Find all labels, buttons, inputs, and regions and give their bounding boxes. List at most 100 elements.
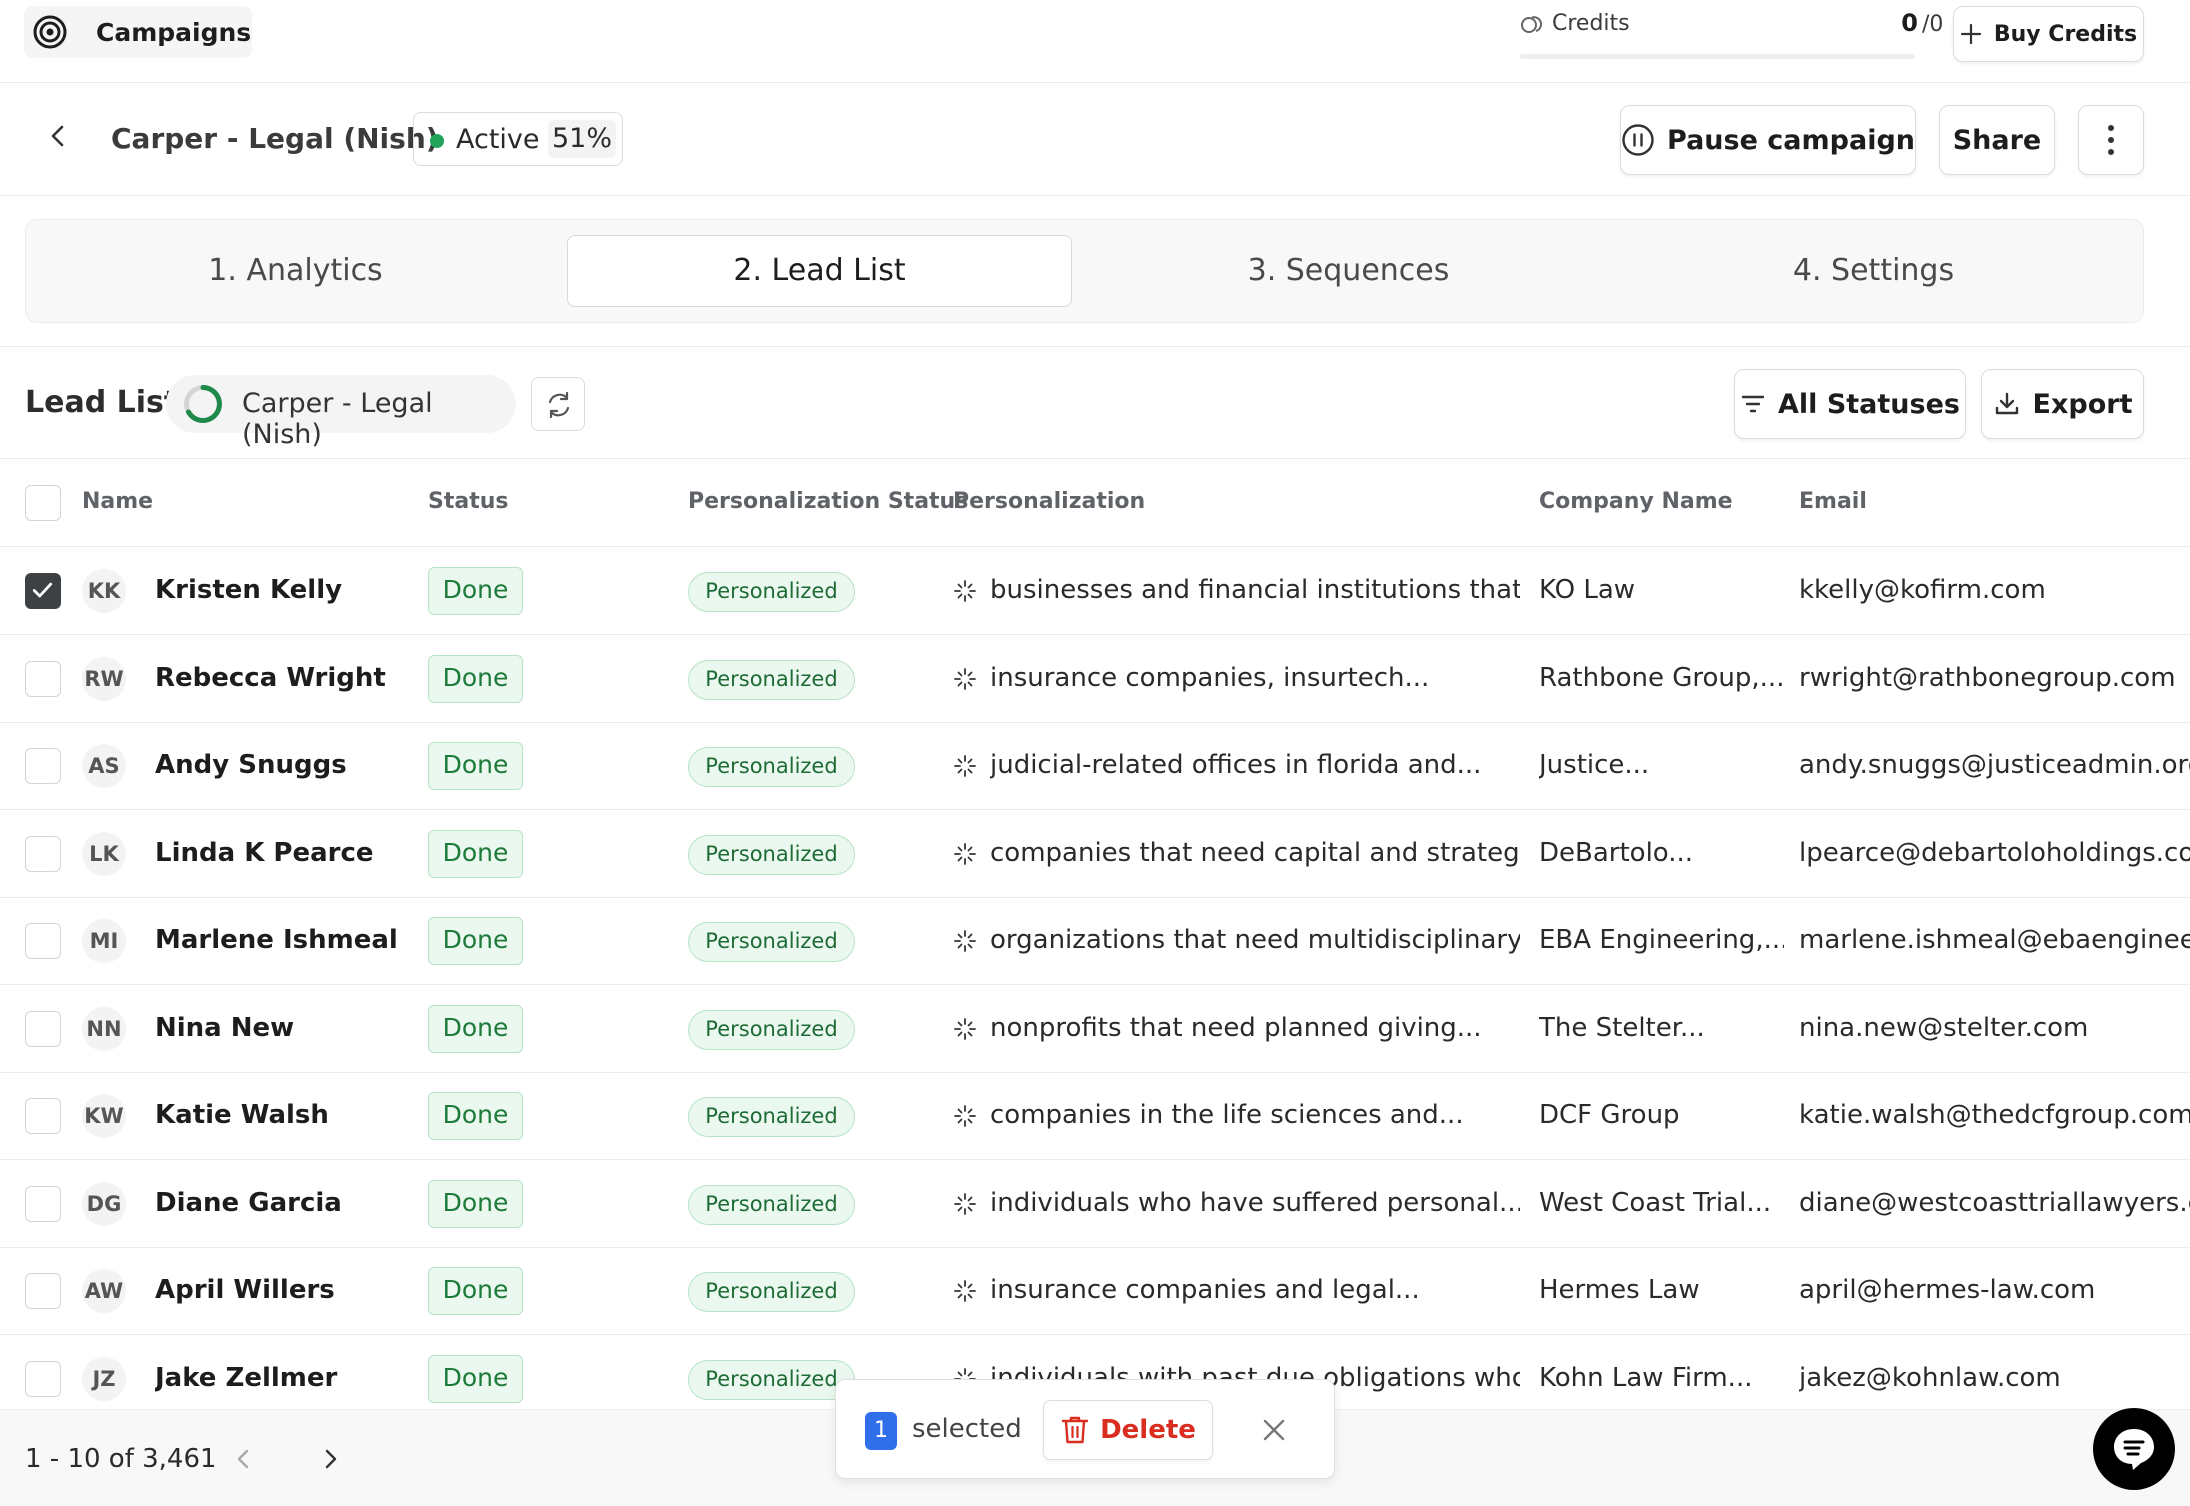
- table-row[interactable]: RW Rebecca Wright Done Personalized insuranc…: [0, 635, 2190, 723]
- tab-sequences[interactable]: 3. Sequences: [1096, 235, 1601, 307]
- personalization-status-badge: Personalized: [688, 747, 855, 787]
- row-checkbox[interactable]: [25, 1360, 61, 1397]
- avatar: KW: [82, 1094, 126, 1138]
- chat-support-button[interactable]: [2093, 1408, 2175, 1490]
- company-name: Rathbone Group,...: [1539, 662, 1784, 693]
- tab-settings[interactable]: 4. Settings: [1621, 235, 2126, 307]
- personalization-text[interactable]: individuals who have suffered personal..…: [990, 1188, 1520, 1218]
- email-address: diane@westcoasttriallawyers.co: [1799, 1187, 2190, 1218]
- share-label: Share: [1952, 124, 2042, 156]
- lead-name[interactable]: Andy Snuggs: [155, 750, 415, 780]
- lead-name[interactable]: Jake Zellmer: [155, 1363, 415, 1393]
- lead-name[interactable]: Diane Garcia: [155, 1188, 415, 1218]
- share-button[interactable]: Share: [1939, 105, 2055, 175]
- tab-lead-list[interactable]: 2. Lead List: [567, 235, 1072, 307]
- lead-name[interactable]: Katie Walsh: [155, 1100, 415, 1130]
- selection-toolbar: 1 selected Delete: [835, 1379, 1335, 1479]
- column-header-email[interactable]: Email: [1799, 489, 1867, 514]
- more-options-button[interactable]: [2078, 105, 2144, 175]
- personalization-text[interactable]: judicial-related offices in florida and.…: [990, 750, 1520, 780]
- email-address: jakez@kohnlaw.com: [1799, 1362, 2061, 1393]
- trash-icon: [1061, 1416, 1089, 1444]
- lead-name[interactable]: Linda K Pearce: [155, 838, 415, 868]
- status-badge: Done: [428, 654, 523, 703]
- lead-name[interactable]: Marlene Ishmeal: [155, 925, 415, 955]
- email-address: lpearce@debartoloholdings.com: [1799, 837, 2190, 868]
- column-header-status[interactable]: Status: [428, 489, 508, 514]
- personalization-text[interactable]: nonprofits that need planned giving...: [990, 1013, 1520, 1043]
- lead-list-header: Lead List Carper - Legal (Nish) All Stat…: [0, 346, 2190, 459]
- status-badge: Done: [428, 1179, 523, 1228]
- row-checkbox[interactable]: [25, 1185, 61, 1222]
- lead-name[interactable]: April Willers: [155, 1275, 415, 1305]
- company-name: West Coast Trial...: [1539, 1187, 1772, 1218]
- personalization-text[interactable]: organizations that need multidisciplinar…: [990, 925, 1520, 955]
- chevron-left-icon[interactable]: [44, 122, 72, 150]
- select-all-checkbox[interactable]: [25, 485, 61, 521]
- column-header-name[interactable]: Name: [82, 489, 153, 514]
- chevron-left-icon[interactable]: [230, 1445, 258, 1473]
- email-address: marlene.ishmeal@ebaengineerin: [1799, 925, 2190, 955]
- all-statuses-filter-button[interactable]: All Statuses: [1734, 369, 1966, 439]
- avatar: LK: [82, 831, 126, 876]
- personalization-text[interactable]: companies in the life sciences and...: [990, 1100, 1520, 1130]
- export-button[interactable]: Export: [1981, 369, 2144, 439]
- company-name: The Stelter...: [1539, 1012, 1705, 1043]
- tab-analytics[interactable]: 1. Analytics: [43, 235, 548, 307]
- avatar: RW: [82, 656, 126, 701]
- progress-percent: 51%: [548, 120, 616, 158]
- pause-campaign-button[interactable]: Pause campaign: [1620, 105, 1916, 175]
- personalization-text[interactable]: companies that need capital and strategi…: [990, 838, 1520, 868]
- export-label: Export: [2032, 388, 2133, 420]
- lead-name[interactable]: Nina New: [155, 1013, 415, 1043]
- table-row[interactable]: DG Diane Garcia Done Personalized individual…: [0, 1160, 2190, 1248]
- table-row[interactable]: AS Andy Snuggs Done Personalized judicial-re…: [0, 722, 2190, 810]
- lead-name[interactable]: Kristen Kelly: [155, 575, 415, 605]
- column-header-personalization-status[interactable]: Personalization Status: [688, 489, 968, 514]
- table-row[interactable]: KK Kristen Kelly Done Personalized businesse…: [0, 547, 2190, 635]
- target-logo-icon: [33, 15, 67, 49]
- row-checkbox[interactable]: [25, 1010, 61, 1047]
- close-icon[interactable]: [1260, 1416, 1288, 1444]
- avatar: NN: [82, 1006, 126, 1051]
- campaigns-nav[interactable]: Campaigns: [24, 6, 252, 58]
- table-row[interactable]: KW Katie Walsh Done Personalized companies i…: [0, 1072, 2190, 1160]
- delete-button[interactable]: Delete: [1043, 1400, 1213, 1460]
- all-statuses-label: All Statuses: [1778, 388, 1960, 420]
- personalization-text[interactable]: insurance companies, insurtech...: [990, 663, 1520, 693]
- status-badge: Done: [428, 742, 523, 790]
- row-checkbox[interactable]: [25, 835, 61, 872]
- credits-total: /0: [1922, 12, 1944, 37]
- column-header-personalization[interactable]: Personalization: [953, 489, 1145, 514]
- row-checkbox[interactable]: [25, 1098, 61, 1134]
- table-row[interactable]: MI Marlene Ishmeal Done Personalized organiz…: [0, 897, 2190, 985]
- lead-name[interactable]: Rebecca Wright: [155, 663, 415, 693]
- row-checkbox[interactable]: [25, 748, 61, 784]
- row-checkbox[interactable]: [25, 1273, 61, 1309]
- refresh-button[interactable]: [531, 377, 585, 431]
- company-name: DeBartolo...: [1539, 837, 1694, 868]
- column-header-company-name[interactable]: Company Name: [1539, 489, 1733, 514]
- avatar: DG: [82, 1181, 126, 1226]
- chevron-right-icon[interactable]: [316, 1445, 344, 1473]
- table-row[interactable]: NN Nina New Done Personalized nonprofits tha…: [0, 985, 2190, 1073]
- row-checkbox[interactable]: [25, 660, 61, 697]
- plus-icon: [1960, 23, 1981, 45]
- company-name: DCF Group: [1539, 1100, 1680, 1130]
- personalization-text[interactable]: insurance companies and legal...: [990, 1275, 1520, 1305]
- row-checkbox[interactable]: [25, 573, 61, 609]
- email-address: kkelly@kofirm.com: [1799, 575, 2046, 605]
- credits-label: Credits: [1552, 11, 1630, 36]
- row-checkbox[interactable]: [25, 923, 61, 959]
- personalization-status-badge: Personalized: [688, 1359, 855, 1400]
- buy-credits-button[interactable]: Buy Credits: [1953, 6, 2144, 62]
- personalization-status-badge: Personalized: [688, 1097, 855, 1137]
- company-name: Hermes Law: [1539, 1275, 1700, 1305]
- list-selector[interactable]: Carper - Legal (Nish): [166, 375, 516, 450]
- table-row[interactable]: AW April Willers Done Personalized insurance…: [0, 1247, 2190, 1335]
- personalization-text[interactable]: businesses and financial institutions th…: [990, 575, 1520, 605]
- personalization-status-badge: Personalized: [688, 922, 855, 962]
- campaign-status-badge: Active 51%: [413, 112, 623, 166]
- table-row[interactable]: LK Linda K Pearce Done Personalized companie…: [0, 810, 2190, 898]
- refresh-icon: [548, 391, 570, 419]
